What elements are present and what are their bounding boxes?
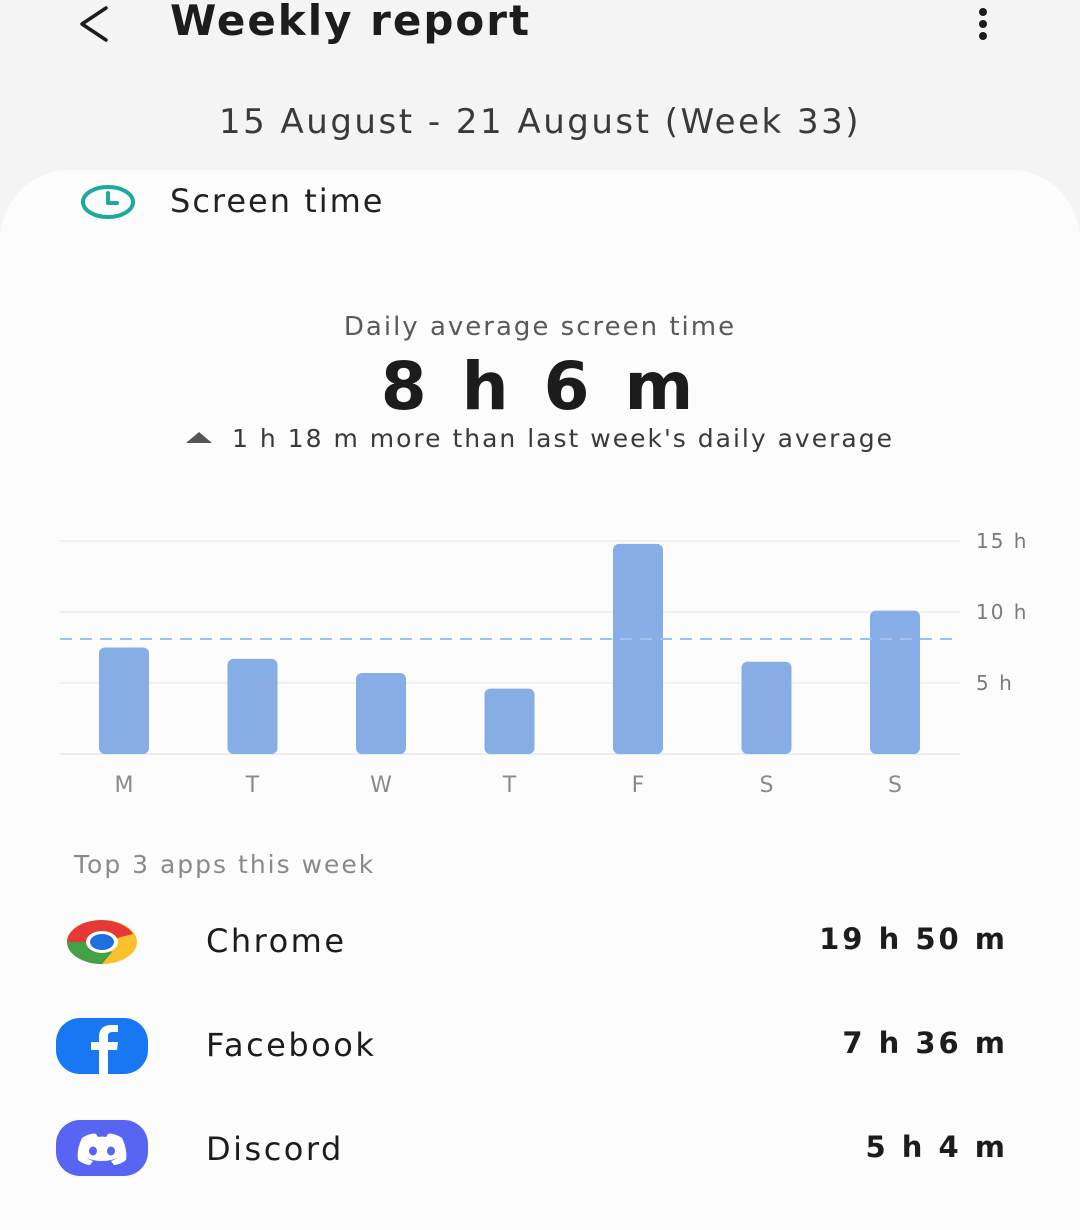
triangle-up-icon <box>186 431 213 443</box>
y-tick-label: 10 h <box>976 600 1028 624</box>
app-name: Facebook <box>206 1026 377 1064</box>
date-range-selector[interactable]: 15 August - 21 August (Week 33) <box>0 102 1080 142</box>
facebook-icon <box>56 1018 148 1074</box>
more-vertical-icon <box>979 8 987 40</box>
screen-time-card: Screen time Daily average screen time 8 … <box>0 170 1080 1230</box>
chrome-icon <box>67 920 137 964</box>
weekly-change-text: 1 h 18 m more than last week's daily ave… <box>232 424 894 453</box>
clock-icon <box>81 185 135 219</box>
app-usage-time: 5 h 4 m <box>865 1130 1008 1164</box>
chart-bar <box>356 673 406 754</box>
chart-bar <box>99 647 149 754</box>
chart-bar <box>741 661 792 754</box>
app-row-discord[interactable]: Discord 5 h 4 m <box>0 1112 1080 1192</box>
back-button[interactable] <box>74 2 118 46</box>
x-tick-label: S <box>760 773 774 798</box>
weekly-change: 1 h 18 m more than last week's daily ave… <box>0 424 1080 453</box>
y-tick-label: 15 h <box>976 529 1028 553</box>
more-options-button[interactable] <box>966 4 1000 44</box>
daily-average-value: 8 h 6 m <box>380 348 700 425</box>
x-tick-label: W <box>370 773 392 798</box>
discord-icon <box>56 1120 148 1176</box>
back-arrow-icon <box>80 6 108 42</box>
page-title: Weekly report <box>170 0 532 45</box>
y-tick-label: 5 h <box>976 671 1014 695</box>
x-tick-label: M <box>115 773 134 798</box>
x-tick-label: S <box>888 773 902 798</box>
chart-bar <box>227 658 278 754</box>
app-name: Discord <box>206 1130 344 1168</box>
app-usage-time: 7 h 36 m <box>842 1026 1008 1060</box>
top-apps-label: Top 3 apps this week <box>74 850 376 879</box>
x-tick-label: T <box>502 773 517 798</box>
app-row-chrome[interactable]: Chrome 19 h 50 m <box>0 904 1080 984</box>
app-name: Chrome <box>206 922 347 960</box>
daily-average-label: Daily average screen time <box>343 312 737 342</box>
section-title: Screen time <box>170 182 385 220</box>
x-tick-label: T <box>245 773 260 798</box>
chart-bar <box>870 610 920 754</box>
top-app-bar: Weekly report <box>0 0 1080 60</box>
app-row-facebook[interactable]: Facebook 7 h 36 m <box>0 1008 1080 1088</box>
app-usage-time: 19 h 50 m <box>819 922 1008 956</box>
screen-time-bar-chart: 5 h 10 h 15 h M T W T F S S <box>60 529 1028 798</box>
chart-bar <box>484 688 535 754</box>
x-tick-label: F <box>632 773 645 798</box>
screen-time-header: Screen time <box>80 182 680 224</box>
chart-bar <box>613 543 663 754</box>
